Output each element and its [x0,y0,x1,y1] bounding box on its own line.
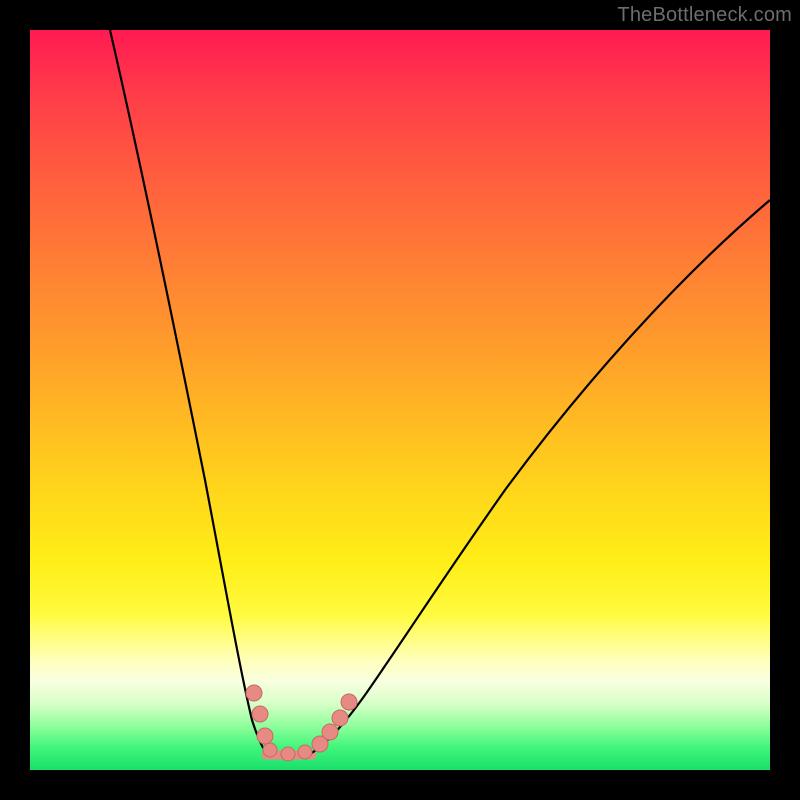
left-curve [110,30,270,756]
right-curve [308,200,770,755]
marker-dot [332,710,348,726]
marker-group [246,685,357,761]
plot-svg [30,30,770,770]
marker-dot [341,694,357,710]
plot-frame [30,30,770,770]
marker-dot [322,724,338,740]
marker-dot [281,747,295,761]
attribution-text: TheBottleneck.com [617,4,792,27]
marker-dot [257,728,273,744]
marker-dot [263,743,277,757]
marker-dot [298,745,312,759]
marker-dot [246,685,262,701]
marker-dot [252,706,268,722]
